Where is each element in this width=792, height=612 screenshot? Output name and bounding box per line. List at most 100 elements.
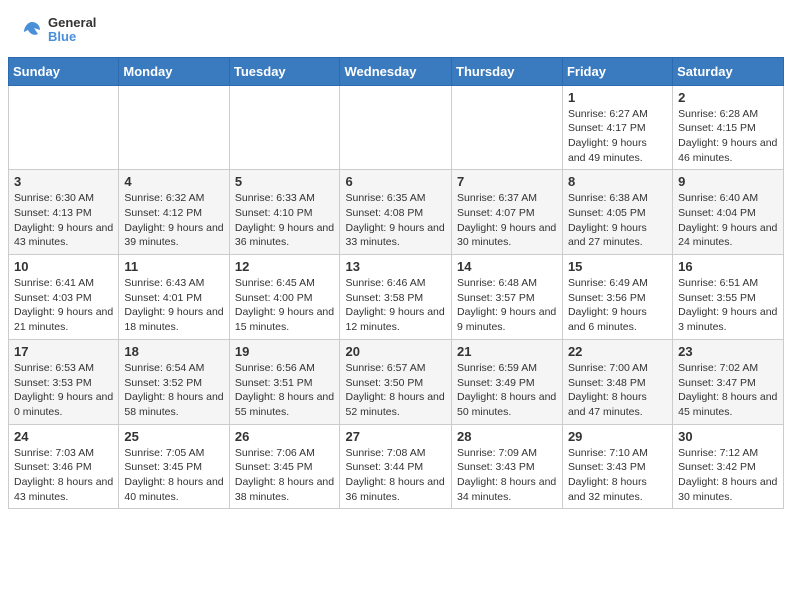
day-info: Sunrise: 6:28 AM Sunset: 4:15 PM Dayligh… (678, 107, 778, 166)
calendar-cell: 17 Sunrise: 6:53 AM Sunset: 3:53 PM Dayli… (9, 339, 119, 424)
day-info: Sunrise: 7:06 AM Sunset: 3:45 PM Dayligh… (235, 446, 335, 505)
col-header-sunday: Sunday (9, 57, 119, 85)
calendar-cell: 28 Sunrise: 7:09 AM Sunset: 3:43 PM Dayli… (452, 424, 563, 509)
day-number: 24 (14, 429, 113, 444)
day-number: 21 (457, 344, 557, 359)
day-number: 11 (124, 259, 223, 274)
calendar-cell: 1 Sunrise: 6:27 AM Sunset: 4:17 PM Daylig… (562, 85, 672, 170)
day-info: Sunrise: 7:12 AM Sunset: 3:42 PM Dayligh… (678, 446, 778, 505)
col-header-wednesday: Wednesday (340, 57, 452, 85)
day-info: Sunrise: 7:08 AM Sunset: 3:44 PM Dayligh… (345, 446, 446, 505)
calendar-cell (452, 85, 563, 170)
day-info: Sunrise: 6:59 AM Sunset: 3:49 PM Dayligh… (457, 361, 557, 420)
day-number: 30 (678, 429, 778, 444)
day-number: 9 (678, 174, 778, 189)
calendar-cell: 8 Sunrise: 6:38 AM Sunset: 4:05 PM Daylig… (562, 170, 672, 255)
calendar-week-1: 1 Sunrise: 6:27 AM Sunset: 4:17 PM Daylig… (9, 85, 784, 170)
calendar-cell: 7Sunrise: 6:37 AM Sunset: 4:07 PM Daylig… (452, 170, 563, 255)
day-number: 3 (14, 174, 113, 189)
calendar-cell: 16Sunrise: 6:51 AM Sunset: 3:55 PM Dayli… (673, 255, 784, 340)
calendar-cell: 20 Sunrise: 6:57 AM Sunset: 3:50 PM Dayli… (340, 339, 452, 424)
calendar-cell (119, 85, 229, 170)
day-number: 7 (457, 174, 557, 189)
day-number: 18 (124, 344, 223, 359)
calendar-cell: 25 Sunrise: 7:05 AM Sunset: 3:45 PM Dayli… (119, 424, 229, 509)
day-number: 27 (345, 429, 446, 444)
day-info: Sunrise: 6:43 AM Sunset: 4:01 PM Dayligh… (124, 276, 223, 335)
day-number: 8 (568, 174, 667, 189)
day-number: 23 (678, 344, 778, 359)
page-header: General Blue (0, 0, 792, 49)
day-info: Sunrise: 6:35 AM Sunset: 4:08 PM Dayligh… (345, 191, 446, 250)
day-number: 26 (235, 429, 335, 444)
calendar-cell: 6 Sunrise: 6:35 AM Sunset: 4:08 PM Daylig… (340, 170, 452, 255)
day-info: Sunrise: 7:05 AM Sunset: 3:45 PM Dayligh… (124, 446, 223, 505)
day-number: 25 (124, 429, 223, 444)
calendar-cell: 23 Sunrise: 7:02 AM Sunset: 3:47 PM Dayli… (673, 339, 784, 424)
calendar-cell (229, 85, 340, 170)
day-info: Sunrise: 6:51 AM Sunset: 3:55 PM Dayligh… (678, 276, 778, 335)
day-number: 19 (235, 344, 335, 359)
col-header-thursday: Thursday (452, 57, 563, 85)
calendar-table: SundayMondayTuesdayWednesdayThursdayFrid… (8, 57, 784, 510)
calendar-cell: 12 Sunrise: 6:45 AM Sunset: 4:00 PM Dayli… (229, 255, 340, 340)
day-number: 12 (235, 259, 335, 274)
day-number: 6 (345, 174, 446, 189)
day-info: Sunrise: 6:33 AM Sunset: 4:10 PM Dayligh… (235, 191, 335, 250)
day-number: 28 (457, 429, 557, 444)
calendar-cell: 5 Sunrise: 6:33 AM Sunset: 4:10 PM Daylig… (229, 170, 340, 255)
calendar-week-4: 17 Sunrise: 6:53 AM Sunset: 3:53 PM Dayli… (9, 339, 784, 424)
calendar-week-2: 3 Sunrise: 6:30 AM Sunset: 4:13 PM Daylig… (9, 170, 784, 255)
day-number: 14 (457, 259, 557, 274)
day-info: Sunrise: 6:41 AM Sunset: 4:03 PM Dayligh… (14, 276, 113, 335)
logo: General Blue (20, 16, 96, 45)
calendar-cell: 29Sunrise: 7:10 AM Sunset: 3:43 PM Dayli… (562, 424, 672, 509)
day-number: 5 (235, 174, 335, 189)
calendar-cell: 10 Sunrise: 6:41 AM Sunset: 4:03 PM Dayli… (9, 255, 119, 340)
day-number: 2 (678, 90, 778, 105)
calendar-cell: 11 Sunrise: 6:43 AM Sunset: 4:01 PM Dayli… (119, 255, 229, 340)
calendar-cell: 9Sunrise: 6:40 AM Sunset: 4:04 PM Daylig… (673, 170, 784, 255)
calendar-cell: 14 Sunrise: 6:48 AM Sunset: 3:57 PM Dayli… (452, 255, 563, 340)
day-number: 29 (568, 429, 667, 444)
day-number: 22 (568, 344, 667, 359)
day-number: 17 (14, 344, 113, 359)
day-number: 15 (568, 259, 667, 274)
day-info: Sunrise: 6:57 AM Sunset: 3:50 PM Dayligh… (345, 361, 446, 420)
calendar-cell: 15 Sunrise: 6:49 AM Sunset: 3:56 PM Dayli… (562, 255, 672, 340)
day-info: Sunrise: 6:32 AM Sunset: 4:12 PM Dayligh… (124, 191, 223, 250)
calendar-cell: 30 Sunrise: 7:12 AM Sunset: 3:42 PM Dayli… (673, 424, 784, 509)
col-header-saturday: Saturday (673, 57, 784, 85)
day-number: 1 (568, 90, 667, 105)
day-info: Sunrise: 6:48 AM Sunset: 3:57 PM Dayligh… (457, 276, 557, 335)
calendar-cell: 13 Sunrise: 6:46 AM Sunset: 3:58 PM Dayli… (340, 255, 452, 340)
day-info: Sunrise: 6:27 AM Sunset: 4:17 PM Dayligh… (568, 107, 667, 166)
day-info: Sunrise: 6:38 AM Sunset: 4:05 PM Dayligh… (568, 191, 667, 250)
day-info: Sunrise: 7:09 AM Sunset: 3:43 PM Dayligh… (457, 446, 557, 505)
day-number: 4 (124, 174, 223, 189)
calendar-week-5: 24 Sunrise: 7:03 AM Sunset: 3:46 PM Dayli… (9, 424, 784, 509)
calendar-cell (9, 85, 119, 170)
day-info: Sunrise: 6:30 AM Sunset: 4:13 PM Dayligh… (14, 191, 113, 250)
day-number: 20 (345, 344, 446, 359)
day-info: Sunrise: 7:02 AM Sunset: 3:47 PM Dayligh… (678, 361, 778, 420)
calendar-cell: 21 Sunrise: 6:59 AM Sunset: 3:49 PM Dayli… (452, 339, 563, 424)
day-info: Sunrise: 7:00 AM Sunset: 3:48 PM Dayligh… (568, 361, 667, 420)
day-info: Sunrise: 7:03 AM Sunset: 3:46 PM Dayligh… (14, 446, 113, 505)
col-header-tuesday: Tuesday (229, 57, 340, 85)
day-info: Sunrise: 6:49 AM Sunset: 3:56 PM Dayligh… (568, 276, 667, 335)
day-number: 13 (345, 259, 446, 274)
calendar-week-3: 10 Sunrise: 6:41 AM Sunset: 4:03 PM Dayli… (9, 255, 784, 340)
calendar-cell: 22 Sunrise: 7:00 AM Sunset: 3:48 PM Dayli… (562, 339, 672, 424)
calendar-cell: 24 Sunrise: 7:03 AM Sunset: 3:46 PM Dayli… (9, 424, 119, 509)
col-header-friday: Friday (562, 57, 672, 85)
calendar-header-row: SundayMondayTuesdayWednesdayThursdayFrid… (9, 57, 784, 85)
calendar-cell: 2 Sunrise: 6:28 AM Sunset: 4:15 PM Daylig… (673, 85, 784, 170)
logo-bird-icon (20, 18, 44, 42)
calendar-cell (340, 85, 452, 170)
calendar-cell: 3 Sunrise: 6:30 AM Sunset: 4:13 PM Daylig… (9, 170, 119, 255)
day-info: Sunrise: 6:45 AM Sunset: 4:00 PM Dayligh… (235, 276, 335, 335)
day-number: 10 (14, 259, 113, 274)
day-info: Sunrise: 6:46 AM Sunset: 3:58 PM Dayligh… (345, 276, 446, 335)
day-info: Sunrise: 6:53 AM Sunset: 3:53 PM Dayligh… (14, 361, 113, 420)
